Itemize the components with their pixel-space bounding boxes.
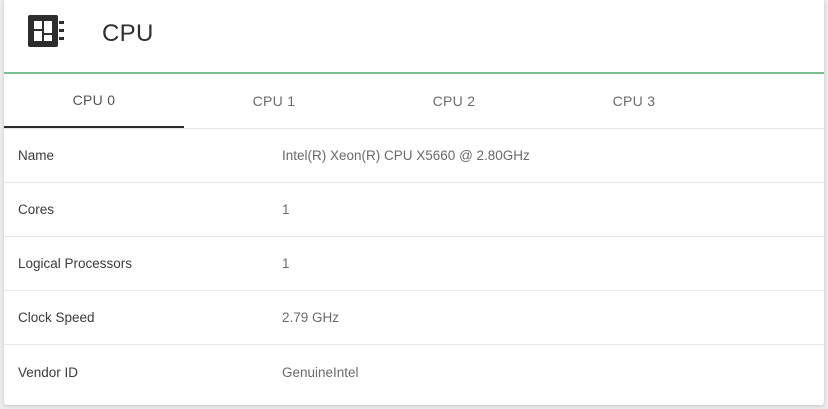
detail-value: 1 — [282, 256, 290, 271]
detail-label: Name — [18, 148, 55, 163]
detail-value: GenuineIntel — [282, 364, 359, 380]
detail-label: Clock Speed — [18, 310, 95, 325]
detail-value: 1 — [282, 202, 290, 217]
detail-value: 2.79 GHz — [282, 310, 340, 325]
cpu-chip-icon — [28, 15, 64, 47]
detail-row-vendor-id: Vendor ID GenuineIntel — [4, 345, 824, 399]
tab-cpu-2[interactable]: CPU 2 — [364, 74, 544, 128]
card-header: CPU — [4, 0, 824, 74]
tab-cpu-3[interactable]: CPU 3 — [544, 74, 724, 128]
detail-row-cores: Cores 1 — [4, 183, 824, 237]
detail-value: Intel(R) Xeon(R) CPU X5660 @ 2.80GHz — [282, 148, 530, 163]
detail-label: Vendor ID — [18, 364, 79, 380]
tab-cpu-1[interactable]: CPU 1 — [184, 74, 364, 128]
detail-row-logical-processors: Logical Processors 1 — [4, 237, 824, 291]
page-title: CPU — [102, 20, 154, 47]
cpu-tabs: CPU 0 CPU 1 CPU 2 CPU 3 — [4, 74, 824, 129]
detail-row-clock-speed: Clock Speed 2.79 GHz — [4, 291, 824, 345]
detail-label: Cores — [18, 202, 55, 217]
cpu-card: CPU CPU 0 CPU 1 CPU 2 CPU 3 Name Intel(R… — [4, 0, 824, 405]
cpu-details-table: Name Intel(R) Xeon(R) CPU X5660 @ 2.80GH… — [4, 129, 824, 399]
tab-cpu-0[interactable]: CPU 0 — [4, 74, 184, 128]
detail-label: Logical Processors — [18, 256, 133, 271]
detail-row-name: Name Intel(R) Xeon(R) CPU X5660 @ 2.80GH… — [4, 129, 824, 183]
